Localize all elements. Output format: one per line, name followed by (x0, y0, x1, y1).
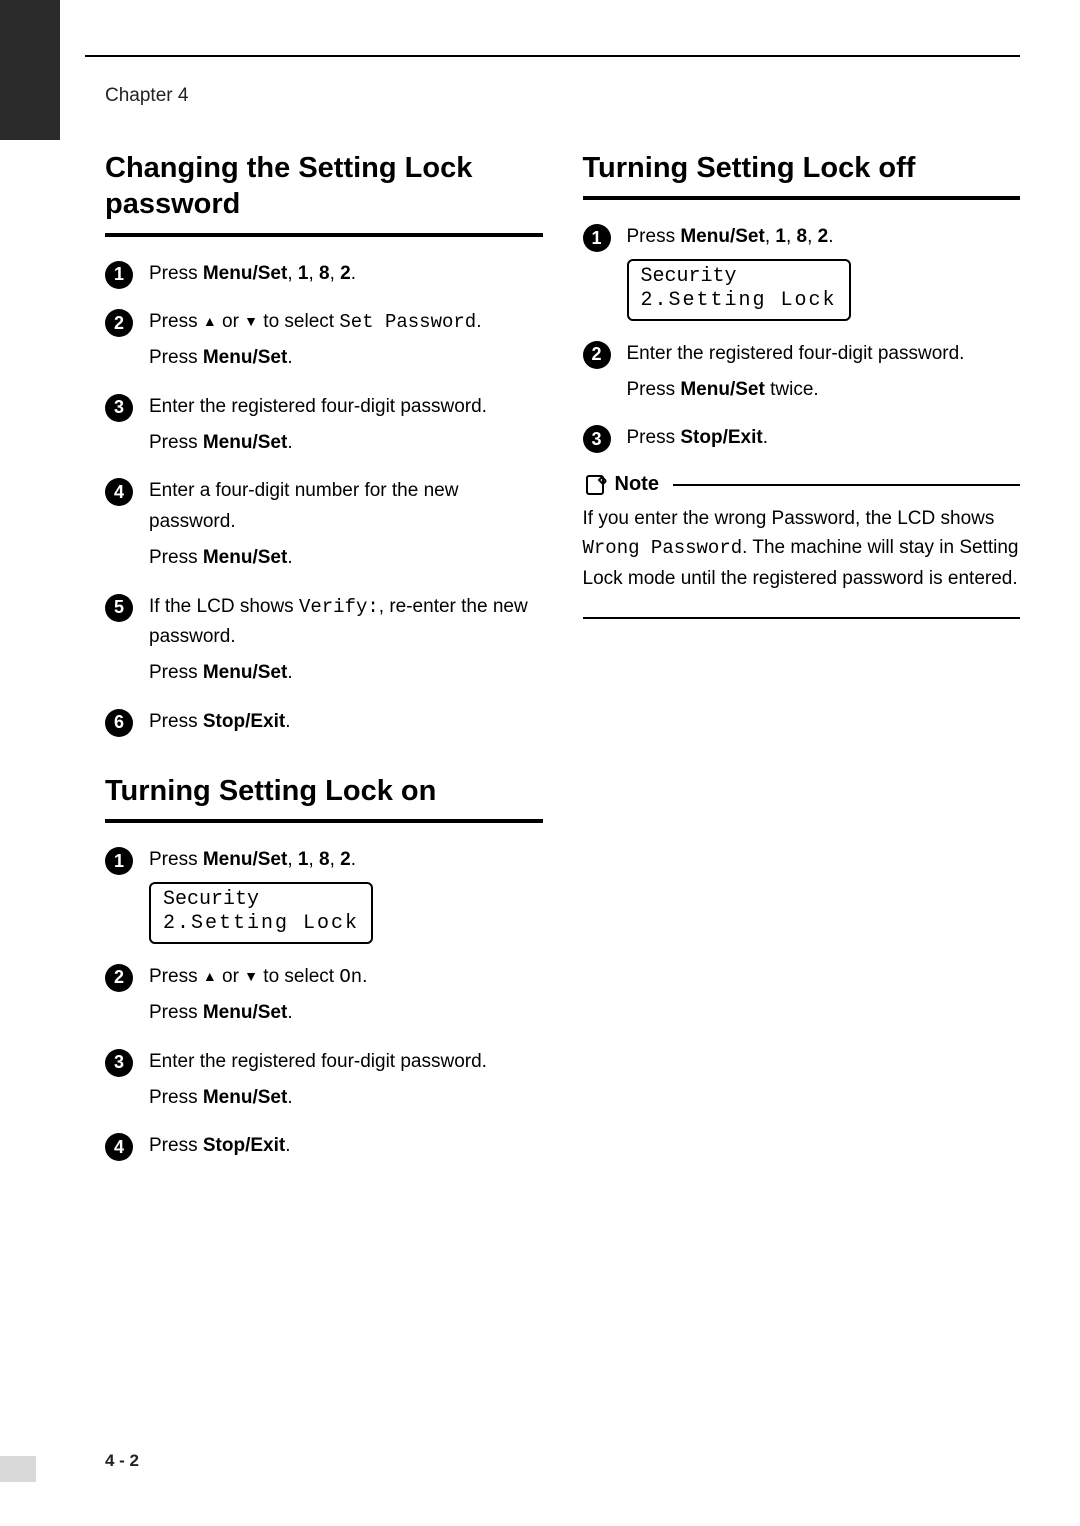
chapter-tab (0, 0, 60, 140)
step-6: 6 Press Stop/Exit. (105, 707, 543, 737)
page-edge-tab (0, 1456, 36, 1482)
chapter-label: Chapter 4 (105, 85, 188, 107)
up-triangle-icon: ▲ (203, 965, 217, 987)
step-2: 2 Press ▲ or ▼ to select On. Press Menu/… (105, 962, 543, 1029)
note-body: If you enter the wrong Password, the LCD… (583, 504, 1021, 593)
lcd-display: Security 2.Setting Lock (627, 259, 851, 321)
step-number-icon: 2 (105, 309, 133, 337)
lcd-line-2: 2.Setting Lock (641, 289, 837, 313)
step-text: Press ▲ or ▼ to select On. (149, 962, 543, 992)
page-number: 4 - 2 (105, 1451, 139, 1471)
step-4: 4 Press Stop/Exit. (105, 1131, 543, 1161)
step-number-icon: 3 (105, 394, 133, 422)
section-title: Turning Setting Lock on (105, 773, 543, 809)
note-header: Note (583, 472, 1021, 498)
step-2: 2 Press ▲ or ▼ to select Set Password. P… (105, 307, 543, 374)
up-triangle-icon: ▲ (203, 310, 217, 332)
step-number-icon: 3 (105, 1049, 133, 1077)
step-number-icon: 2 (583, 341, 611, 369)
note-icon (583, 472, 609, 498)
step-3: 3 Press Stop/Exit. (583, 423, 1021, 453)
step-3: 3 Enter the registered four-digit passwo… (105, 392, 543, 459)
step-number-icon: 2 (105, 964, 133, 992)
step-text: Enter the registered four-digit password… (627, 339, 1021, 369)
step-text: Press Menu/Set, 1, 8, 2. (149, 845, 543, 875)
step-4: 4 Enter a four-digit number for the new … (105, 476, 543, 573)
step-text: Press ▲ or ▼ to select Set Password. (149, 307, 543, 337)
step-text: Press Menu/Set, 1, 8, 2. (149, 259, 543, 289)
step-1: 1 Press Menu/Set, 1, 8, 2. Security 2.Se… (105, 845, 543, 943)
document-page: Chapter 4 Changing the Setting Lock pass… (0, 0, 1080, 1526)
step-text: Press Menu/Set, 1, 8, 2. (627, 222, 1021, 252)
left-column: Changing the Setting Lock password 1 Pre… (105, 150, 543, 1180)
step-text: Enter the registered four-digit password… (149, 392, 543, 422)
step-5: 5 If the LCD shows Verify:, re-enter the… (105, 592, 543, 689)
lcd-line-1: Security (163, 888, 359, 912)
step-text: Enter a four-digit number for the new pa… (149, 476, 543, 537)
step-number-icon: 1 (105, 261, 133, 289)
step-number-icon: 4 (105, 1133, 133, 1161)
step-number-icon: 1 (583, 224, 611, 252)
down-triangle-icon: ▼ (244, 965, 258, 987)
step-text: Press Stop/Exit. (149, 707, 543, 737)
step-text: Press Menu/Set. (149, 658, 543, 688)
section-title: Changing the Setting Lock password (105, 150, 543, 223)
header-rule (85, 55, 1020, 57)
step-text: Press Stop/Exit. (627, 423, 1021, 453)
step-text: Press Menu/Set. (149, 343, 543, 373)
step-1: 1 Press Menu/Set, 1, 8, 2. Security 2.Se… (583, 222, 1021, 320)
step-2: 2 Enter the registered four-digit passwo… (583, 339, 1021, 406)
step-text: Press Menu/Set. (149, 998, 543, 1028)
step-text: If the LCD shows Verify:, re-enter the n… (149, 592, 543, 653)
step-text: Press Menu/Set. (149, 1083, 543, 1113)
right-column: Turning Setting Lock off 1 Press Menu/Se… (583, 150, 1021, 1180)
section-title: Turning Setting Lock off (583, 150, 1021, 186)
step-3: 3 Enter the registered four-digit passwo… (105, 1047, 543, 1114)
note-label: Note (615, 473, 659, 496)
step-number-icon: 3 (583, 425, 611, 453)
step-1: 1 Press Menu/Set, 1, 8, 2. (105, 259, 543, 289)
note-rule (673, 484, 1020, 486)
section-rule (583, 196, 1021, 200)
note-bottom-rule (583, 617, 1021, 619)
down-triangle-icon: ▼ (244, 310, 258, 332)
step-text: Press Menu/Set. (149, 543, 543, 573)
section-rule (105, 233, 543, 237)
lcd-display: Security 2.Setting Lock (149, 882, 373, 944)
step-text: Press Menu/Set. (149, 428, 543, 458)
lcd-line-2: 2.Setting Lock (163, 912, 359, 936)
step-number-icon: 4 (105, 478, 133, 506)
step-number-icon: 1 (105, 847, 133, 875)
step-text: Press Menu/Set twice. (627, 375, 1021, 405)
lcd-line-1: Security (641, 265, 837, 289)
step-number-icon: 5 (105, 594, 133, 622)
step-number-icon: 6 (105, 709, 133, 737)
step-text: Press Stop/Exit. (149, 1131, 543, 1161)
step-text: Enter the registered four-digit password… (149, 1047, 543, 1077)
section-rule (105, 819, 543, 823)
